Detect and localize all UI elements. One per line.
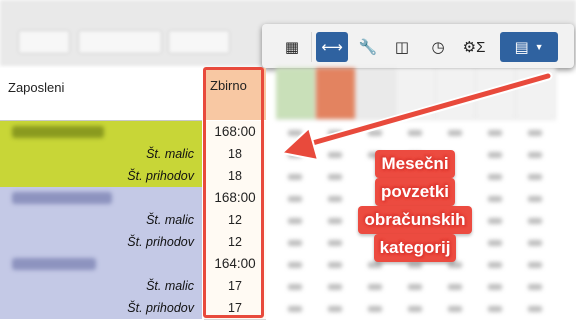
pointer-arrow (281, 71, 553, 161)
callout-label: Mesečni povzetki obračunskih kategorij (350, 150, 480, 262)
callout-line: kategorij (373, 234, 457, 262)
callout-line: Mesečni (375, 150, 455, 178)
callout-line: povzetki (374, 178, 456, 206)
callout-line: obračunskih (358, 206, 472, 234)
